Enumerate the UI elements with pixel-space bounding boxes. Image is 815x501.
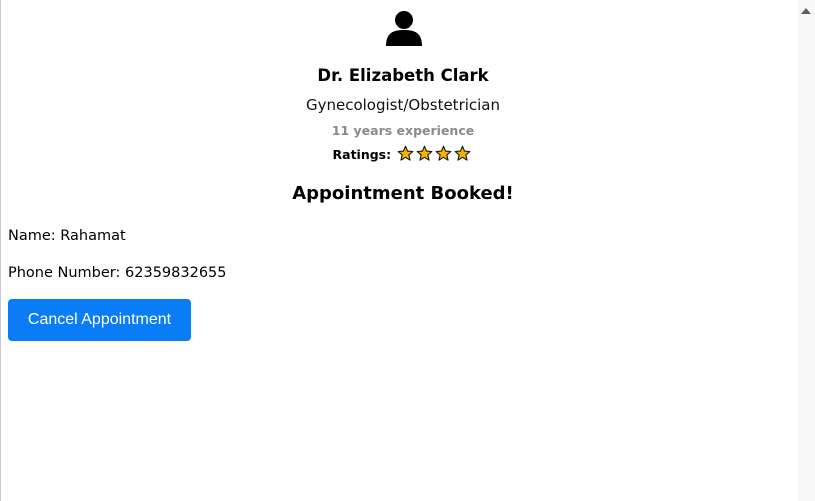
patient-name: Name: Rahamat: [8, 228, 126, 244]
doctor-ratings: Ratings:: [2, 145, 804, 165]
star-icon: [398, 145, 414, 161]
doctor-specialty: Gynecologist/Obstetrician: [305, 96, 501, 114]
browser-viewport: Dr. Elizabeth Clark Gynecologist/Obstetr…: [0, 0, 815, 501]
vertical-scrollbar[interactable]: [798, 0, 815, 501]
doctor-name: Dr. Elizabeth Clark: [317, 66, 489, 85]
cancel-appointment-button[interactable]: Cancel Appointment: [8, 299, 191, 341]
scroll-up-arrow-icon[interactable]: [801, 8, 811, 14]
patient-phone: Phone Number: 62359832655: [8, 265, 227, 281]
doctor-appointment-card: Dr. Elizabeth Clark Gynecologist/Obstetr…: [2, 0, 799, 501]
appointment-booked-heading: Appointment Booked!: [292, 183, 514, 204]
star-icon: [455, 145, 471, 161]
doctor-experience: 11 years experience: [331, 123, 475, 138]
star-icon: [436, 145, 452, 161]
user-icon: [386, 11, 422, 46]
ratings-label: Ratings:: [332, 147, 392, 162]
star-icon: [417, 145, 433, 161]
rating-stars: [397, 145, 473, 165]
